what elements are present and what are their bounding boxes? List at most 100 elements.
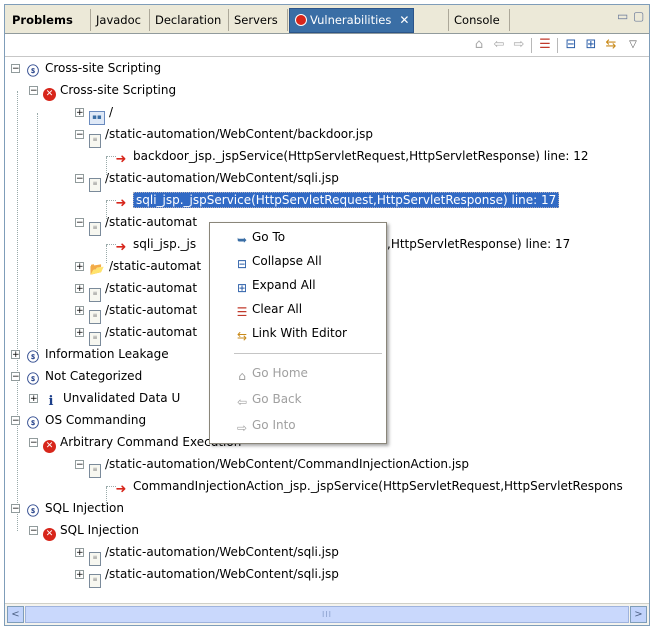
scroll-left-button[interactable]: < xyxy=(7,606,24,623)
tree-node-file[interactable]: + ≡/static-automation/WebContent/sqli.js… xyxy=(73,563,339,588)
tree-node-call[interactable]: ➜ CommandInjectionAction_jsp._jspService(… xyxy=(113,475,623,497)
scroll-thumb[interactable]: III xyxy=(25,606,629,623)
minimize-icon[interactable]: ▭ xyxy=(617,9,628,23)
call-site-icon: ➜ xyxy=(115,152,127,167)
tree-node-folder[interactable]: + 📂 /static-automat xyxy=(73,255,201,277)
expand-icon[interactable]: + xyxy=(75,328,84,338)
tab-problems[interactable]: Problems xyxy=(7,9,91,31)
collapse-icon[interactable]: − xyxy=(29,526,38,536)
link-with-editor-icon[interactable]: ⇆ xyxy=(603,37,619,53)
tree-node-file[interactable]: + ≡/static-automat xyxy=(73,299,198,324)
tree-node-label: / xyxy=(109,105,114,119)
collapse-icon[interactable]: − xyxy=(29,438,38,448)
menu-item-expand-all[interactable]: ⊞ Expand All xyxy=(212,273,382,297)
tree-node-file[interactable]: − ≡ /static-automat xyxy=(73,211,197,236)
tree-node-file[interactable]: − ≡ /static-automation/WebContent/sqli.js… xyxy=(73,167,339,192)
expand-icon[interactable]: + xyxy=(75,548,84,558)
error-icon: ✕ xyxy=(43,88,56,101)
collapse-icon[interactable]: − xyxy=(75,218,84,228)
close-icon[interactable]: ✕ xyxy=(399,13,409,27)
error-icon: ✕ xyxy=(43,440,56,453)
tree-node-label: backdoor_jsp._jspService(HttpServletRequ… xyxy=(133,149,589,163)
tree-node-file[interactable]: − ≡ /static-automation/WebContent/backdoo… xyxy=(73,123,373,148)
home-icon[interactable]: ⌂ xyxy=(471,37,487,53)
forward-icon: ⇨ xyxy=(236,421,248,435)
tab-servers[interactable]: Servers xyxy=(229,9,288,31)
view-menu-icon[interactable]: ▽ xyxy=(625,37,641,53)
tree-node-category[interactable]: − ⓢ Cross-site Scripting xyxy=(9,57,161,79)
maximize-icon[interactable]: ▢ xyxy=(633,9,644,23)
back-icon[interactable]: ⇦ xyxy=(491,37,507,53)
tree-node-label: /static-automation/WebContent/CommandInj… xyxy=(105,457,470,471)
toolbar-separator xyxy=(557,38,558,53)
tree-node-file[interactable]: + ≡/static-automat xyxy=(73,277,197,302)
collapse-icon[interactable]: − xyxy=(11,64,20,74)
tree-node-label: sqli_jsp._js xyxy=(133,237,197,251)
expand-icon[interactable]: + xyxy=(75,306,84,316)
forward-icon[interactable]: ⇨ xyxy=(511,37,527,53)
clear-all-icon[interactable]: ☰ xyxy=(537,37,553,53)
expand-icon[interactable]: + xyxy=(29,394,38,404)
collapse-all-icon[interactable]: ⊟ xyxy=(563,37,579,53)
tree-node-label: /static-automat xyxy=(105,303,198,317)
menu-item-label: Collapse All xyxy=(252,254,322,268)
tab-javadoc[interactable]: Javadoc xyxy=(91,9,150,31)
menu-item-label: Go Into xyxy=(252,418,296,432)
info-icon: i xyxy=(48,394,54,409)
tree-node-package[interactable]: + ▪▪ / xyxy=(73,101,114,125)
tree-node-label-tail: ,HttpServletResponse) line: 17 xyxy=(387,233,570,255)
scroll-right-button[interactable]: > xyxy=(630,606,647,623)
collapse-icon[interactable]: − xyxy=(75,174,84,184)
menu-item-collapse-all[interactable]: ⊟ Collapse All xyxy=(212,249,382,273)
expand-all-icon[interactable]: ⊞ xyxy=(583,37,599,53)
tree-node-category[interactable]: − ⓢ SQL Injection xyxy=(9,497,124,519)
tree-node-vulnerability[interactable]: + i Unvalidated Data U xyxy=(27,387,180,409)
view-toolbar: ⌂ ⇦ ⇨ ☰ ⊟ ⊞ ⇆ ▽ xyxy=(5,34,649,57)
tree-node-category[interactable]: + ⓢ Information Leakage xyxy=(9,343,169,365)
tab-console[interactable]: Console xyxy=(448,9,510,31)
expand-icon[interactable]: + xyxy=(75,570,84,580)
menu-item-link-with-editor[interactable]: ⇆ Link With Editor xyxy=(212,321,382,345)
tree-node-category[interactable]: − ⓢ Not Categorized xyxy=(9,365,142,387)
tree-node-category[interactable]: − ⓢ OS Commanding xyxy=(9,409,146,431)
category-icon: ⓢ xyxy=(26,416,39,430)
tree-node-call-selected[interactable]: ➜ sqli_jsp._jspService(HttpServletRequest… xyxy=(113,189,560,211)
collapse-icon[interactable]: − xyxy=(11,416,20,426)
expand-icon[interactable]: + xyxy=(75,284,84,294)
tab-vulnerabilities[interactable]: Vulnerabilities ✕ xyxy=(289,8,414,33)
collapse-icon[interactable]: − xyxy=(11,504,20,514)
collapse-icon[interactable]: − xyxy=(11,372,20,382)
tree-node-label: SQL Injection xyxy=(45,501,125,515)
tab-servers-label: Servers xyxy=(234,13,278,27)
tree-guide xyxy=(17,91,18,531)
view-tab-bar: Problems Javadoc Declaration Servers Vul… xyxy=(5,5,649,34)
call-site-icon: ➜ xyxy=(115,482,127,497)
call-site-icon: ➜ xyxy=(115,196,127,211)
tree-guide xyxy=(37,113,38,355)
collapse-icon[interactable]: − xyxy=(29,86,38,96)
tree-node-call[interactable]: ➜ backdoor_jsp._jspService(HttpServletReq… xyxy=(113,145,589,167)
tab-console-label: Console xyxy=(454,13,500,27)
tab-declaration[interactable]: Declaration xyxy=(150,9,229,31)
menu-item-go-back[interactable]: ⇦ Go Back xyxy=(212,387,382,411)
java-file-icon: ≡ xyxy=(89,574,101,588)
tab-vulnerabilities-label: Vulnerabilities xyxy=(310,13,392,27)
menu-item-clear-all[interactable]: ☰ Clear All xyxy=(212,297,382,321)
menu-item-go-into[interactable]: ⇨ Go Into xyxy=(212,413,382,437)
collapse-icon[interactable]: − xyxy=(75,460,84,470)
expand-icon[interactable]: + xyxy=(75,262,84,272)
menu-item-label: Go Back xyxy=(252,392,302,406)
tree-node-file[interactable]: − ≡ /static-automation/WebContent/Command… xyxy=(73,453,470,478)
tree-node-file[interactable]: + ≡/static-automat xyxy=(73,321,197,346)
toolbar-separator xyxy=(531,38,532,53)
menu-item-go-home[interactable]: ⌂ Go Home xyxy=(212,361,382,385)
expand-icon[interactable]: + xyxy=(11,350,20,360)
expand-icon[interactable]: + xyxy=(75,108,84,118)
tree-node-call[interactable]: ➜ sqli_jsp._js xyxy=(113,233,197,255)
tree-node-vulnerability[interactable]: − ✕ SQL Injection xyxy=(27,519,139,541)
collapse-icon[interactable]: − xyxy=(75,130,84,140)
menu-item-go-to[interactable]: ➥ Go To xyxy=(212,225,382,249)
horizontal-scrollbar[interactable]: < III > xyxy=(5,603,649,625)
tree-node-file[interactable]: + ≡/static-automation/WebContent/sqli.js… xyxy=(73,541,339,566)
tree-node-vulnerability[interactable]: − ✕ Cross-site Scripting xyxy=(27,79,176,101)
